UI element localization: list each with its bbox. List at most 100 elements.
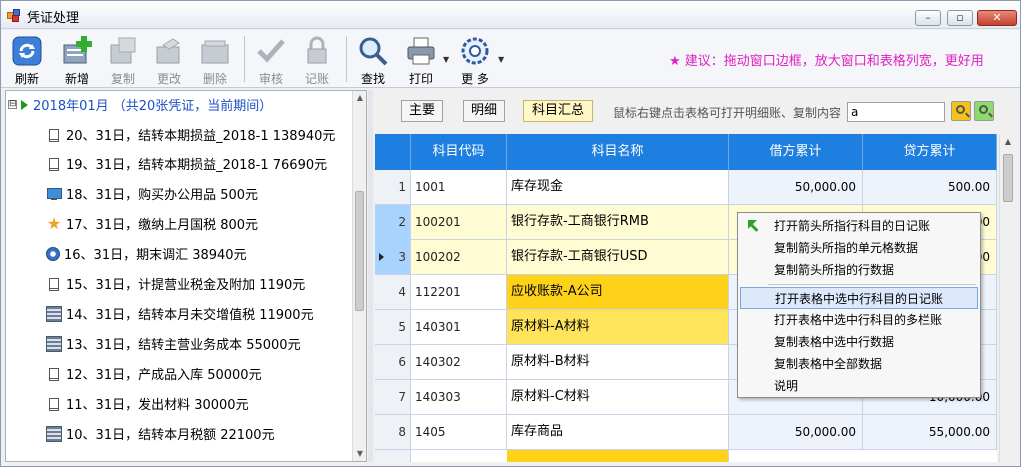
column-header-debit[interactable]: 借方累计 (729, 134, 863, 170)
search-button[interactable]: 查找 (353, 32, 393, 86)
filter-search-button[interactable] (951, 101, 971, 121)
menu-item-help[interactable]: 说明 (740, 375, 978, 397)
tree-item-label: 12、31日，产成品入库 50000元 (66, 368, 262, 383)
row-number: 2 (375, 205, 411, 239)
account-name[interactable]: 原材料-B材料 (507, 345, 729, 379)
audit-button[interactable]: 审核 (251, 32, 291, 86)
account-name[interactable] (507, 450, 729, 462)
account-name[interactable]: 银行存款-工商银行USD (507, 240, 729, 274)
tree-root[interactable]: ⊟ 2018年01月 （共20张凭证，当前期间） (8, 95, 272, 115)
menu-item-copy-all-data[interactable]: 复制表格中全部数据 (740, 353, 978, 375)
tab-account-summary[interactable]: 科目汇总 (523, 100, 593, 122)
close-button[interactable]: ✕ (977, 10, 1017, 26)
minimize-button[interactable]: – (915, 10, 941, 26)
row-number: 5 (375, 310, 411, 344)
voucher-window: 凭证处理 – ▫ ✕ 刷新 新增 复制 更改 删除 审核 记账 查找 打印 ▼ … (0, 0, 1021, 467)
tree-scrollbar[interactable]: ▲ ▼ (352, 91, 366, 461)
row-number: 1 (375, 170, 411, 204)
print-dropdown-icon[interactable]: ▼ (443, 55, 449, 64)
grid-scrollbar[interactable]: ▲ (999, 134, 1015, 462)
tree-item[interactable]: 12、31日，产成品入库 50000元 (46, 364, 262, 384)
tree-item-label: 19、31日，结转本期损益_2018-1 76690元 (66, 158, 328, 173)
delete-button[interactable]: 删除 (195, 32, 235, 86)
scroll-thumb[interactable] (1003, 154, 1013, 202)
table-row[interactable] (375, 450, 997, 462)
column-header-code[interactable]: 科目代码 (411, 134, 507, 170)
table-row[interactable]: 8 1405 库存商品 50,000.00 55,000.00 (375, 415, 997, 450)
menu-item-copy-pointed-row[interactable]: 复制箭头所指的行数据 (740, 259, 978, 281)
title-bar: 凭证处理 – ▫ ✕ (1, 1, 1020, 29)
menu-item-copy-pointed-cell[interactable]: 复制箭头所指的单元格数据 (740, 237, 978, 259)
tree-item[interactable]: 10、31日，结转本月税额 22100元 (46, 424, 275, 444)
tree-item[interactable]: ★ 17、31日，缴纳上月国税 800元 (46, 214, 258, 234)
account-name[interactable]: 应收账款-A公司 (507, 275, 729, 309)
filter-input[interactable] (847, 102, 945, 122)
restore-button[interactable]: ▫ (947, 10, 973, 26)
document-icon (46, 127, 62, 143)
tree-item[interactable]: 19、31日，结转本期损益_2018-1 76690元 (46, 154, 327, 174)
column-header-rownum[interactable] (375, 134, 411, 170)
menu-item-copy-selected-rows[interactable]: 复制表格中选中行数据 (740, 331, 978, 353)
credit-total[interactable]: 500.00 (863, 170, 997, 204)
debit-total[interactable]: 50,000.00 (729, 170, 863, 204)
account-code[interactable]: 112201 (411, 275, 507, 309)
search-label: 查找 (360, 72, 385, 86)
account-name[interactable]: 原材料-A材料 (507, 310, 729, 344)
tab-detail[interactable]: 明细 (463, 100, 505, 122)
edit-button[interactable]: 更改 (149, 32, 189, 86)
refresh-label: 刷新 (14, 72, 39, 86)
scroll-up-icon[interactable]: ▲ (1000, 134, 1016, 150)
row-number: 8 (375, 415, 411, 449)
tree-item-label: 14、31日，结转本月未交增值税 11900元 (66, 308, 314, 323)
filter-clear-button[interactable] (974, 101, 994, 121)
tree-item[interactable]: 18、31日，购买办公用品 500元 (46, 184, 258, 204)
check-icon (257, 39, 285, 63)
suggestion-text: ★ 建议：拖动窗口边框，放大窗口和表格列宽，更好用 (669, 54, 984, 69)
account-name[interactable]: 库存商品 (507, 415, 729, 449)
account-code[interactable]: 100202 (411, 240, 507, 274)
tab-main[interactable]: 主要 (401, 100, 443, 122)
menu-item-open-selected-journal[interactable]: 打开表格中选中行科目的日记账 (740, 287, 978, 309)
tree-item[interactable]: 13、31日，结转主营业务成本 55000元 (46, 334, 301, 354)
more-button[interactable]: 更 多 (453, 32, 497, 86)
tree-item[interactable]: 20、31日，结转本期损益_2018-1 138940元 (46, 125, 335, 145)
account-name[interactable]: 库存现金 (507, 170, 729, 204)
account-code[interactable]: 140302 (411, 345, 507, 379)
scroll-down-icon[interactable]: ▼ (353, 447, 366, 461)
refresh-button[interactable]: 刷新 (7, 32, 47, 86)
column-header-name[interactable]: 科目名称 (507, 134, 729, 170)
more-dropdown-icon[interactable]: ▼ (498, 55, 504, 64)
document-icon (46, 156, 62, 172)
copy-button[interactable]: 复制 (103, 32, 143, 86)
account-name[interactable]: 原材料-C材料 (507, 380, 729, 414)
scroll-up-icon[interactable]: ▲ (353, 91, 366, 105)
account-code[interactable]: 1405 (411, 415, 507, 449)
menu-item-open-selected-multicolumn[interactable]: 打开表格中选中行科目的多栏账 (740, 309, 978, 331)
account-code[interactable]: 140301 (411, 310, 507, 344)
tree-item[interactable]: 11、31日，发出材料 30000元 (46, 394, 249, 414)
tree-item[interactable]: 14、31日，结转本月未交增值税 11900元 (46, 304, 314, 324)
menu-item-open-pointed-journal[interactable]: 打开箭头所指行科目的日记账 (740, 215, 978, 237)
collapse-icon[interactable]: ⊟ (8, 100, 17, 109)
tree-item[interactable]: 15、31日，计提营业税金及附加 1190元 (46, 274, 305, 294)
add-button[interactable]: 新增 (57, 32, 97, 86)
tree-item-label: 11、31日，发出材料 30000元 (66, 398, 249, 413)
account-code[interactable]: 100201 (411, 205, 507, 239)
account-code[interactable]: 1001 (411, 170, 507, 204)
edit-label: 更改 (156, 72, 181, 86)
scroll-thumb[interactable] (355, 191, 364, 311)
account-code[interactable]: 140303 (411, 380, 507, 414)
credit-total[interactable]: 55,000.00 (863, 415, 997, 449)
debit-total[interactable]: 50,000.00 (729, 415, 863, 449)
column-header-credit[interactable]: 贷方累计 (863, 134, 997, 170)
toolbar-separator (244, 36, 245, 82)
tree-item-label: 10、31日，结转本月税额 22100元 (66, 428, 275, 443)
delete-label: 删除 (202, 72, 227, 86)
tree-item[interactable]: 16、31日，期末调汇 38940元 (46, 244, 247, 264)
edit-icon (156, 38, 180, 64)
tree-item-label: 20、31日，结转本期损益_2018-1 138940元 (66, 129, 336, 144)
print-button[interactable]: 打印 (399, 32, 443, 86)
account-name[interactable]: 银行存款-工商银行RMB (507, 205, 729, 239)
table-row[interactable]: 1 1001 库存现金 50,000.00 500.00 (375, 170, 997, 205)
post-button[interactable]: 记账 (297, 32, 337, 86)
